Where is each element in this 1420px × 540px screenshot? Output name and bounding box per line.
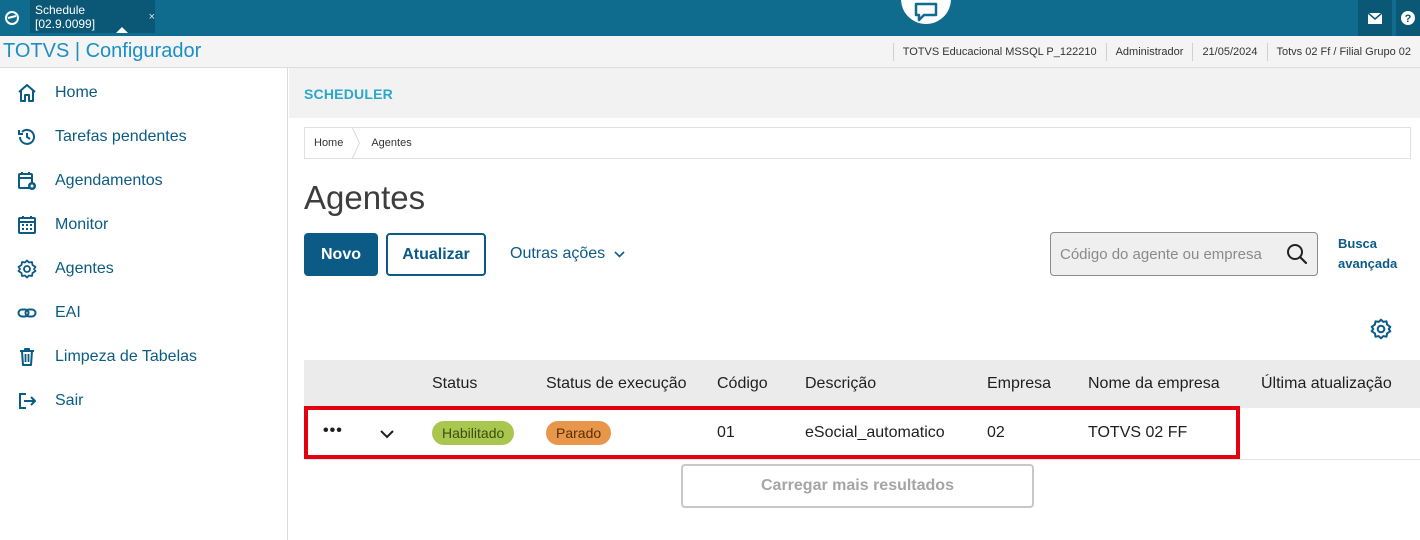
sidebar-item-label: Home (55, 84, 98, 101)
agents-table: Status Status de execução Código Descriç… (304, 360, 1420, 460)
sidebar-item-label: Tarefas pendentes (55, 128, 187, 145)
row-expand-chevron-down-icon[interactable] (380, 426, 394, 444)
totvs-logo-icon[interactable] (0, 0, 24, 36)
table-row[interactable]: ••• Habilitado Parado 01 eSocial_automat… (304, 408, 1420, 460)
calendar-gear-icon (16, 170, 38, 192)
column-header-status[interactable]: Status (432, 375, 477, 393)
advanced-search-link[interactable]: Busca avançada (1338, 234, 1408, 274)
trash-icon (16, 346, 38, 368)
chat-icon[interactable] (901, 0, 951, 24)
app-title: TOTVS | Configurador (3, 40, 202, 62)
sidebar-item-tarefas-pendentes[interactable]: Tarefas pendentes (0, 117, 288, 157)
cell-company: 02 (987, 424, 1005, 441)
sidebar-item-label: Sair (55, 392, 84, 409)
sidebar-item-monitor[interactable]: Monitor (0, 205, 288, 245)
header-date: 21/05/2024 (1192, 43, 1266, 61)
sidebar-item-agendamentos[interactable]: Agendamentos (0, 161, 288, 201)
new-button[interactable]: Novo (304, 233, 378, 276)
link-icon (16, 302, 38, 324)
more-actions-button[interactable]: Outras ações (510, 243, 625, 265)
exec-status-badge: Parado (546, 421, 612, 445)
sidebar-item-label: Monitor (55, 216, 109, 233)
tab-close-icon[interactable]: × (149, 11, 155, 23)
search-input[interactable] (1051, 234, 1276, 274)
cell-code: 01 (717, 424, 735, 441)
breadcrumb-item-home[interactable]: Home (305, 137, 352, 149)
sidebar-item-label: Agentes (55, 260, 114, 277)
header-user: Administrador (1105, 43, 1193, 61)
header-company: Totvs 02 Ff / Filial Grupo 02 (1266, 43, 1420, 61)
sidebar-item-sair[interactable]: Sair (0, 381, 288, 421)
page-title: Agentes (304, 179, 426, 216)
sidebar-item-eai[interactable]: EAI (0, 293, 288, 333)
mail-icon[interactable] (1358, 0, 1392, 36)
status-badge: Habilitado (432, 421, 515, 445)
cell-description: eSocial_automatico (805, 424, 945, 441)
sidebar-item-limpeza-de-tabelas[interactable]: Limpeza de Tabelas (0, 337, 288, 377)
calendar-icon (16, 214, 38, 236)
home-icon (16, 82, 38, 104)
search-box (1050, 232, 1318, 276)
tab-schedule[interactable]: Schedule [02.9.0099] × (30, 0, 155, 33)
gear-icon (16, 258, 38, 280)
breadcrumb-item-agentes: Agentes (371, 137, 412, 149)
refresh-button[interactable]: Atualizar (386, 233, 486, 276)
search-icon[interactable] (1286, 243, 1308, 265)
column-header-company-name[interactable]: Nome da empresa (1088, 375, 1220, 393)
section-bar: SCHEDULER (289, 68, 1420, 118)
sidebar-item-label: Limpeza de Tabelas (55, 348, 198, 365)
breadcrumb: Home Agentes (304, 127, 1411, 159)
tab-active-caret (116, 27, 128, 33)
more-actions-label: Outras ações (510, 245, 606, 262)
top-bar: Schedule [02.9.0099] × ? (0, 0, 1420, 36)
help-icon[interactable]: ? (1396, 0, 1420, 36)
column-header-code[interactable]: Código (717, 375, 768, 393)
row-actions-icon[interactable]: ••• (323, 422, 343, 440)
column-header-last-update[interactable]: Última atualização (1261, 375, 1392, 393)
sidebar-item-label: EAI (55, 304, 81, 321)
svg-text:?: ? (1405, 13, 1412, 25)
header-bar: TOTVS | Configurador TOTVS Educacional M… (0, 36, 1420, 68)
header-database: TOTVS Educacional MSSQL P_122210 (892, 43, 1106, 61)
exit-icon (16, 390, 38, 412)
sidebar: Home Tarefas pendentes Agendamentos Moni… (0, 68, 288, 540)
sidebar-item-home[interactable]: Home (0, 73, 288, 113)
cell-company-name: TOTVS 02 FF (1088, 424, 1188, 441)
breadcrumb-separator (352, 128, 362, 158)
sidebar-item-label: Agendamentos (55, 172, 163, 189)
table-settings-gear-icon[interactable] (1370, 318, 1392, 340)
column-header-company[interactable]: Empresa (987, 375, 1051, 393)
table-header: Status Status de execução Código Descriç… (304, 360, 1420, 408)
load-more-button[interactable]: Carregar mais resultados (681, 464, 1034, 508)
column-header-description[interactable]: Descrição (805, 375, 876, 393)
chevron-down-icon (614, 250, 625, 258)
main-content: SCHEDULER Home Agentes Agentes Novo Atua… (289, 68, 1420, 540)
header-info: TOTVS Educacional MSSQL P_122210 Adminis… (892, 36, 1420, 68)
sidebar-item-agentes[interactable]: Agentes (0, 249, 288, 289)
section-title: SCHEDULER (304, 86, 393, 102)
history-icon (16, 126, 38, 148)
column-header-exec-status[interactable]: Status de execução (546, 375, 687, 393)
